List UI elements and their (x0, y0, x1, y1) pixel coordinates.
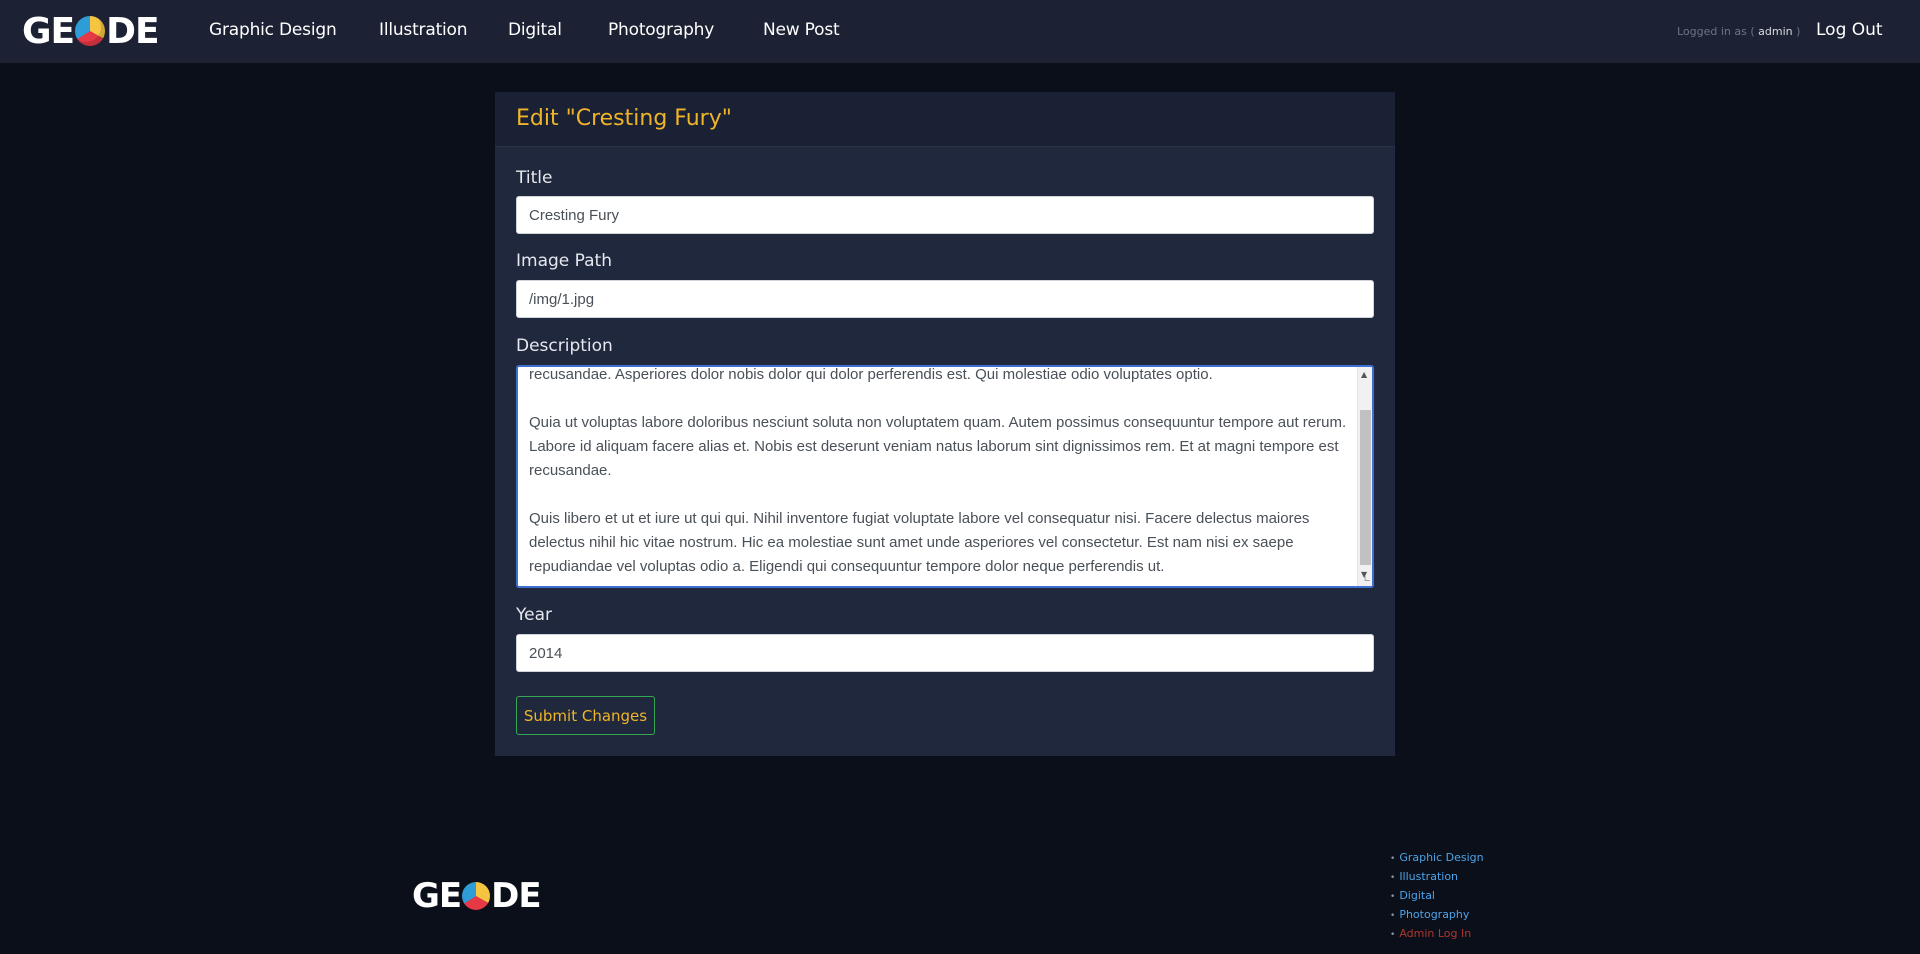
description-scrollbar[interactable]: ▲ ▼ (1357, 367, 1372, 586)
logo-text-left: GE (22, 10, 75, 52)
site-logo[interactable]: GE DE (22, 11, 160, 52)
title-label: Title (516, 168, 553, 188)
card-header: Edit "Cresting Fury" (495, 92, 1395, 147)
footer-list-item: Photography (1390, 906, 1484, 925)
logged-in-status: Logged in as ( admin ) (1677, 25, 1800, 38)
description-paragraph: Quis libero et ut et iure ut qui qui. Ni… (529, 510, 1310, 575)
edit-post-card: Edit "Cresting Fury" Title Image Path De… (495, 92, 1395, 756)
footer-logo-text-right: DE (491, 876, 541, 916)
logo-text-right: DE (106, 10, 159, 52)
footer-list-item: Admin Log In (1390, 925, 1484, 944)
image-path-input[interactable] (516, 280, 1374, 318)
resize-grip-icon[interactable]: ∟ (1363, 576, 1371, 585)
description-paragraph: Quia ut voluptas labore doloribus nesciu… (529, 414, 1347, 479)
footer-logo-orb-icon (462, 882, 491, 910)
description-label: Description (516, 336, 613, 356)
footer-list-item: Digital (1390, 887, 1484, 906)
description-text: recusandae. Asperiores dolor nobis dolor… (529, 366, 1347, 586)
logged-in-prefix: Logged in as ( (1677, 25, 1755, 38)
nav-link-photography[interactable]: Photography (608, 20, 714, 42)
scroll-thumb[interactable] (1360, 410, 1371, 565)
footer-list-item: Graphic Design (1390, 849, 1483, 868)
image-path-label: Image Path (516, 251, 612, 271)
logo-orb-icon (75, 16, 106, 46)
title-input[interactable] (516, 196, 1374, 234)
footer-list-item: Illustration (1390, 868, 1484, 887)
top-navbar: GE DE Graphic Design Illustration Digita… (0, 0, 1920, 63)
footer-link-graphic-design[interactable]: Graphic Design (1399, 851, 1483, 864)
year-label: Year (516, 605, 552, 625)
scroll-up-arrow-icon[interactable]: ▲ (1361, 370, 1367, 380)
footer-link-photography[interactable]: Photography (1399, 908, 1469, 921)
nav-link-new-post[interactable]: New Post (763, 20, 840, 42)
footer-link-digital[interactable]: Digital (1399, 889, 1435, 902)
footer-link-admin-login[interactable]: Admin Log In (1399, 927, 1471, 940)
logged-in-username: admin (1758, 25, 1793, 38)
footer-logo-text-left: GE (412, 876, 462, 916)
submit-changes-button[interactable]: Submit Changes (516, 696, 655, 735)
edit-heading: Edit "Cresting Fury" (516, 106, 732, 131)
nav-link-illustration[interactable]: Illustration (379, 20, 468, 42)
logout-link[interactable]: Log Out (1816, 20, 1883, 40)
footer-links: Graphic Design Illustration Digital Phot… (1390, 849, 1484, 944)
footer-link-illustration[interactable]: Illustration (1399, 870, 1458, 883)
year-input[interactable] (516, 634, 1374, 672)
nav-link-digital[interactable]: Digital (508, 20, 562, 42)
logged-in-suffix: ) (1796, 25, 1801, 38)
footer-logo[interactable]: GE DE (412, 876, 542, 916)
description-paragraph: recusandae. Asperiores dolor nobis dolor… (529, 366, 1213, 383)
nav-link-graphic-design[interactable]: Graphic Design (209, 20, 337, 42)
description-textarea[interactable]: recusandae. Asperiores dolor nobis dolor… (516, 365, 1374, 588)
